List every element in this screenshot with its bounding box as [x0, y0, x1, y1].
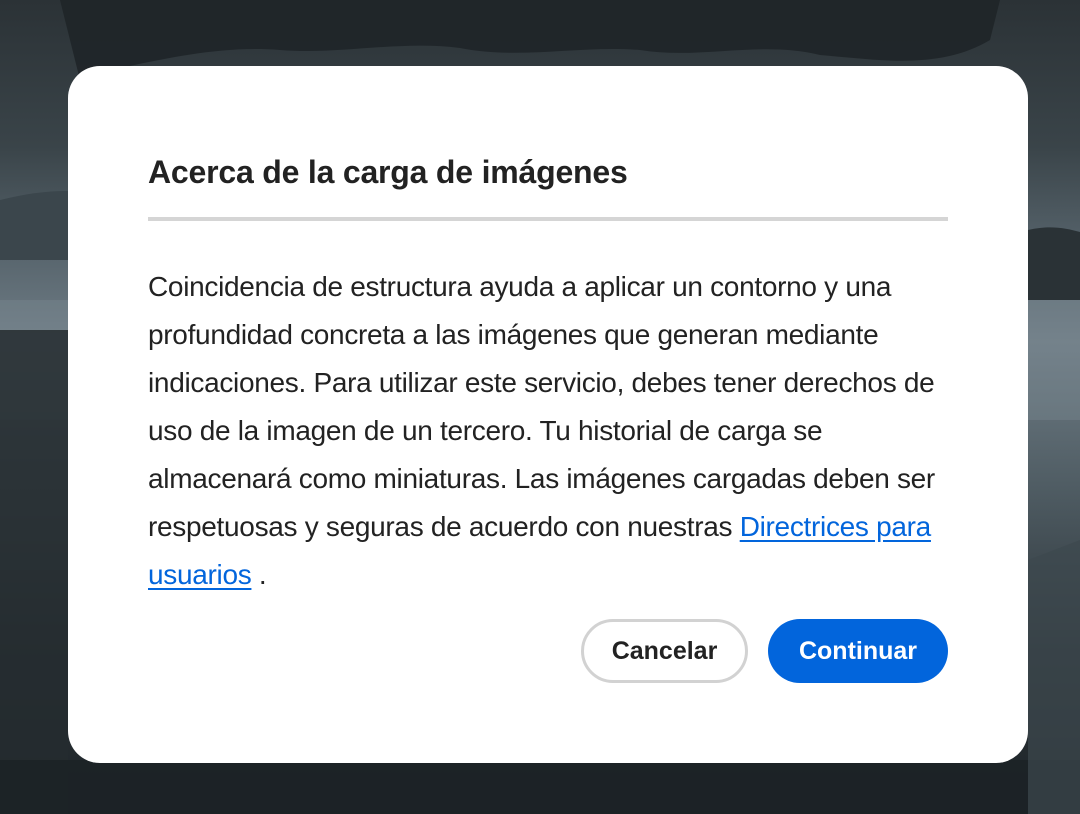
- title-divider: [148, 217, 948, 221]
- body-suffix: .: [251, 559, 267, 590]
- body-description: Coincidencia de estructura ayuda a aplic…: [148, 271, 935, 542]
- dialog-actions: Cancelar Continuar: [581, 619, 948, 683]
- continue-button[interactable]: Continuar: [768, 619, 948, 683]
- dialog-body-text: Coincidencia de estructura ayuda a aplic…: [148, 263, 948, 599]
- upload-info-dialog: Acerca de la carga de imágenes Coinciden…: [68, 66, 1028, 763]
- dialog-title: Acerca de la carga de imágenes: [148, 154, 628, 190]
- cancel-button[interactable]: Cancelar: [581, 619, 748, 683]
